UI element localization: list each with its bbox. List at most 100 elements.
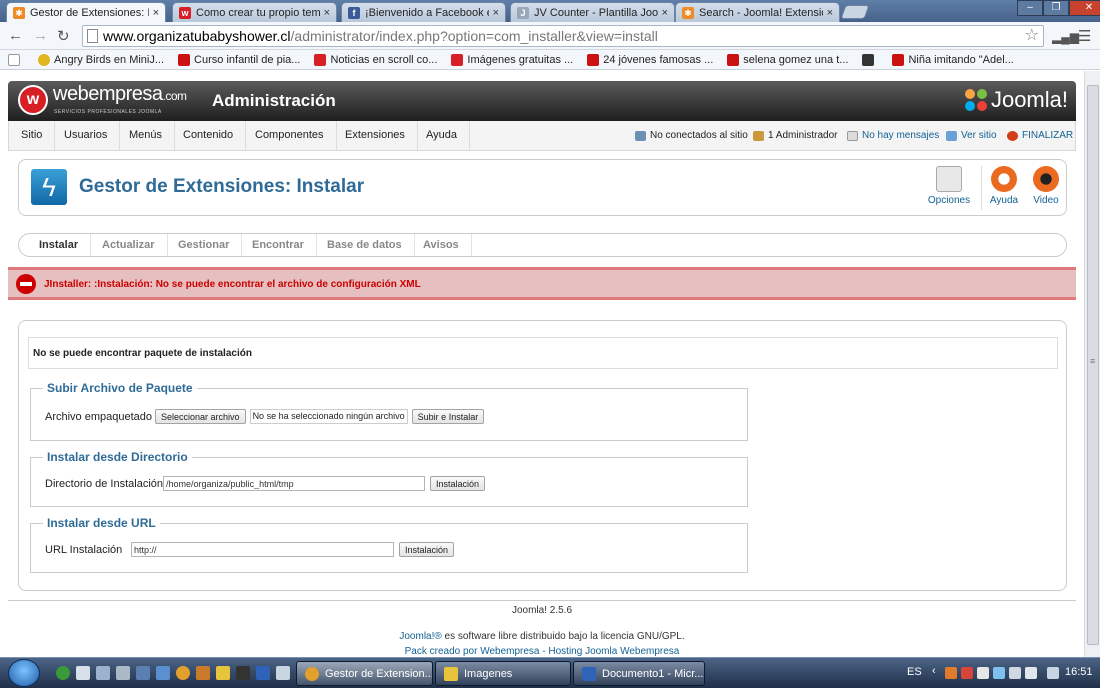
tray-app-icon[interactable]	[945, 667, 957, 679]
page-icon	[87, 29, 98, 43]
bookmark-label: Noticias en scroll co...	[330, 53, 438, 66]
directory-fieldset: Instalar desde Directorio Directorio de …	[30, 450, 748, 507]
volume-icon[interactable]	[1025, 667, 1037, 679]
task-browser[interactable]: Gestor de Extension...	[296, 661, 433, 686]
joomla-mark-icon	[964, 89, 987, 111]
task-label: Documento1 - Micr...	[602, 667, 704, 680]
menu-extensiones[interactable]: Extensiones	[333, 121, 418, 150]
forward-arrow-icon[interactable]: →	[33, 27, 48, 44]
submenu: Instalar Actualizar Gestionar Encontrar …	[18, 233, 1067, 257]
apps-page-icon[interactable]	[8, 53, 24, 66]
menu-menus[interactable]: Menús	[117, 121, 176, 150]
url-input[interactable]	[131, 542, 394, 557]
tray-app-icon[interactable]	[977, 667, 989, 679]
tab-instalar[interactable]: Instalar	[27, 234, 92, 256]
bookmark-label: Niña imitando "Adel...	[908, 53, 1014, 66]
tab-actualizar[interactable]: Actualizar	[90, 234, 168, 256]
app-icon[interactable]	[196, 666, 210, 680]
logout-link[interactable]: FINALIZAR	[1022, 121, 1073, 150]
browser-tab-2[interactable]: w Como crear tu propio tem ×	[172, 2, 337, 22]
bookmark-item[interactable]	[862, 53, 878, 66]
webempresa-icon	[451, 53, 464, 66]
video-button[interactable]: Video	[1022, 166, 1070, 206]
tab-encontrar[interactable]: Encontrar	[240, 234, 317, 256]
bookmark-item[interactable]: Imágenes gratuitas ...	[451, 53, 573, 66]
status-admins-text: 1 Administrador	[768, 130, 838, 141]
chrome-icon[interactable]	[176, 666, 190, 680]
pack-credit[interactable]: Pack creado por Webempresa - Hosting Joo…	[0, 646, 1084, 657]
joomla-link[interactable]: Joomla!®	[399, 631, 441, 642]
options-button[interactable]: Opciones	[925, 166, 973, 206]
page-viewport: ≡ w webempresa.com SERVICIOS PROFESIONAL…	[0, 71, 1100, 657]
view-site-link[interactable]: Ver sitio	[961, 121, 997, 150]
tray-app-icon[interactable]	[961, 667, 973, 679]
youtube-icon	[178, 53, 191, 66]
close-tab-icon[interactable]: ×	[493, 7, 499, 19]
whatsapp-icon[interactable]	[56, 666, 70, 680]
folder-icon[interactable]	[216, 666, 230, 680]
minimize-icon[interactable]: –	[1017, 0, 1043, 16]
task-images[interactable]: Imagenes	[435, 661, 571, 686]
media-icon[interactable]	[236, 666, 250, 680]
bookmark-item[interactable]: Curso infantil de pia...	[178, 53, 300, 66]
bookmark-item[interactable]: Niña imitando "Adel...	[892, 53, 1014, 66]
bookmark-item[interactable]: 24 jóvenes famosas ...	[587, 53, 713, 66]
browser-tab-3[interactable]: f ¡Bienvenido a Facebook e ×	[341, 2, 506, 22]
app-icon[interactable]	[136, 666, 150, 680]
browser-tab-4[interactable]: J JV Counter - Plantilla Joom ×	[510, 2, 675, 22]
task-word[interactable]: Documento1 - Micr...	[573, 661, 705, 686]
back-arrow-icon[interactable]: ←	[8, 27, 23, 44]
app-icon[interactable]	[96, 666, 110, 680]
bookmark-item[interactable]: selena gomez una t...	[727, 53, 848, 66]
clock[interactable]: 16:51	[1065, 666, 1093, 678]
choose-file-button[interactable]: Seleccionar archivo	[155, 409, 246, 424]
vertical-scrollbar[interactable]: ≡	[1084, 71, 1100, 657]
menu-contenido[interactable]: Contenido	[171, 121, 247, 150]
close-window-icon[interactable]: ✕	[1069, 0, 1100, 16]
tray-app-icon[interactable]	[993, 667, 1005, 679]
tray-expand-icon[interactable]: ‹	[932, 665, 936, 677]
help-button[interactable]: Ayuda	[980, 166, 1028, 206]
browser-tab-1[interactable]: ✱ Gestor de Extensiones: Insta ×	[6, 2, 166, 23]
url-install-button[interactable]: Instalación	[399, 542, 455, 557]
directory-input[interactable]	[163, 476, 426, 491]
bookmark-item[interactable]: Noticias en scroll co...	[314, 53, 438, 66]
menu-sitio[interactable]: Sitio	[9, 121, 56, 150]
status-logout[interactable]: FINALIZAR	[1007, 121, 1073, 150]
menu-icon[interactable]: ☰	[1078, 27, 1091, 45]
network-icon[interactable]	[1009, 667, 1021, 679]
browser-tab-5[interactable]: ✱ Search - Joomla! Extension ×	[675, 2, 840, 22]
status-messages[interactable]: No hay mensajes	[847, 121, 939, 150]
address-bar[interactable]: www.organizatubabyshower.cl/administrato…	[82, 25, 1044, 47]
admin-title: Administración	[212, 91, 336, 110]
language-indicator[interactable]: ES	[907, 666, 922, 678]
desktop-icon[interactable]	[76, 666, 90, 680]
tab-gestionar[interactable]: Gestionar	[166, 234, 243, 256]
upload-install-button[interactable]: Subir e Instalar	[411, 409, 485, 424]
word-icon[interactable]	[256, 666, 270, 680]
start-button-icon[interactable]	[8, 659, 40, 687]
extension-signal-icon[interactable]: ▂▄▆	[1052, 30, 1079, 44]
reload-icon[interactable]: ↻	[57, 27, 70, 45]
tab-base-de-datos[interactable]: Base de datos	[315, 234, 415, 256]
battery-icon[interactable]	[1047, 667, 1059, 679]
messages-link[interactable]: No hay mensajes	[862, 121, 939, 150]
app-icon[interactable]	[276, 666, 290, 680]
bookmark-star-icon[interactable]: ☆	[1025, 26, 1039, 46]
close-tab-icon[interactable]: ×	[827, 7, 833, 19]
app-icon[interactable]	[116, 666, 130, 680]
menu-ayuda[interactable]: Ayuda	[414, 121, 470, 150]
app-icon[interactable]	[156, 666, 170, 680]
directory-install-button[interactable]: Instalación	[430, 476, 486, 491]
new-tab-button[interactable]	[840, 5, 870, 19]
menu-usuarios[interactable]: Usuarios	[52, 121, 121, 150]
close-tab-icon[interactable]: ×	[324, 7, 330, 19]
menu-componentes[interactable]: Componentes	[243, 121, 337, 150]
tab-avisos[interactable]: Avisos	[411, 234, 472, 256]
bookmark-item[interactable]: Angry Birds en MiniJ...	[38, 53, 164, 66]
close-tab-icon[interactable]: ×	[153, 7, 159, 19]
close-tab-icon[interactable]: ×	[662, 7, 668, 19]
maximize-icon[interactable]: ❐	[1043, 0, 1069, 16]
status-view-site[interactable]: Ver sitio	[946, 121, 997, 150]
folder-icon	[444, 666, 458, 681]
